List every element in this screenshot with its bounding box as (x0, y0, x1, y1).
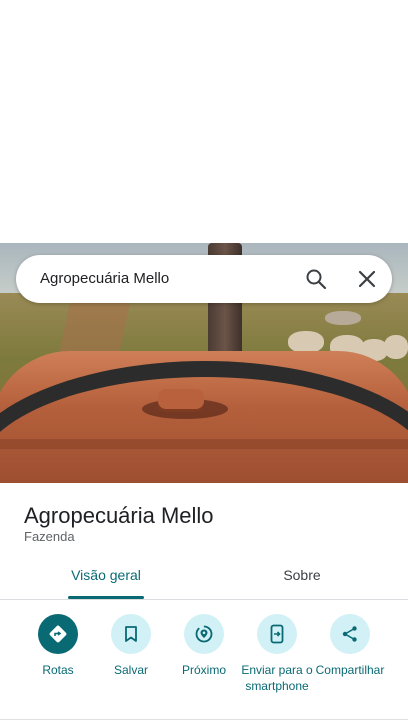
share-button[interactable]: Compartilhar (310, 614, 390, 678)
send-to-phone-icon (257, 614, 297, 654)
bookmark-icon (111, 614, 151, 654)
bottom-divider (0, 719, 408, 720)
close-icon[interactable] (356, 268, 378, 290)
place-title: Agropecuária Mello (24, 503, 214, 528)
directions-button[interactable]: Rotas (18, 614, 98, 678)
nearby-icon (184, 614, 224, 654)
nearby-label: Próximo (181, 663, 226, 677)
photo-sheep (384, 335, 408, 359)
nearby-button[interactable]: Próximo (164, 614, 244, 678)
send-to-phone-button[interactable]: Enviar para o smartphone (237, 614, 317, 694)
tabs-divider (0, 599, 408, 600)
search-query[interactable]: Agropecuária Mello (40, 270, 169, 287)
tab-overview[interactable]: Visão geral (38, 567, 174, 583)
save-button[interactable]: Salvar (91, 614, 171, 678)
directions-label: Rotas (42, 663, 74, 677)
tab-about[interactable]: Sobre (234, 567, 370, 583)
directions-icon (38, 614, 78, 654)
search-bar[interactable]: Agropecuária Mello (16, 255, 392, 303)
save-label: Salvar (113, 663, 148, 677)
share-icon (330, 614, 370, 654)
place-category: Fazenda (24, 529, 75, 544)
share-label: Compartilhar (315, 663, 385, 677)
photo-sheep (288, 331, 324, 353)
search-icon[interactable] (305, 268, 327, 290)
photo-cow (325, 311, 361, 325)
send-to-phone-label: Enviar para o smartphone (241, 663, 313, 693)
